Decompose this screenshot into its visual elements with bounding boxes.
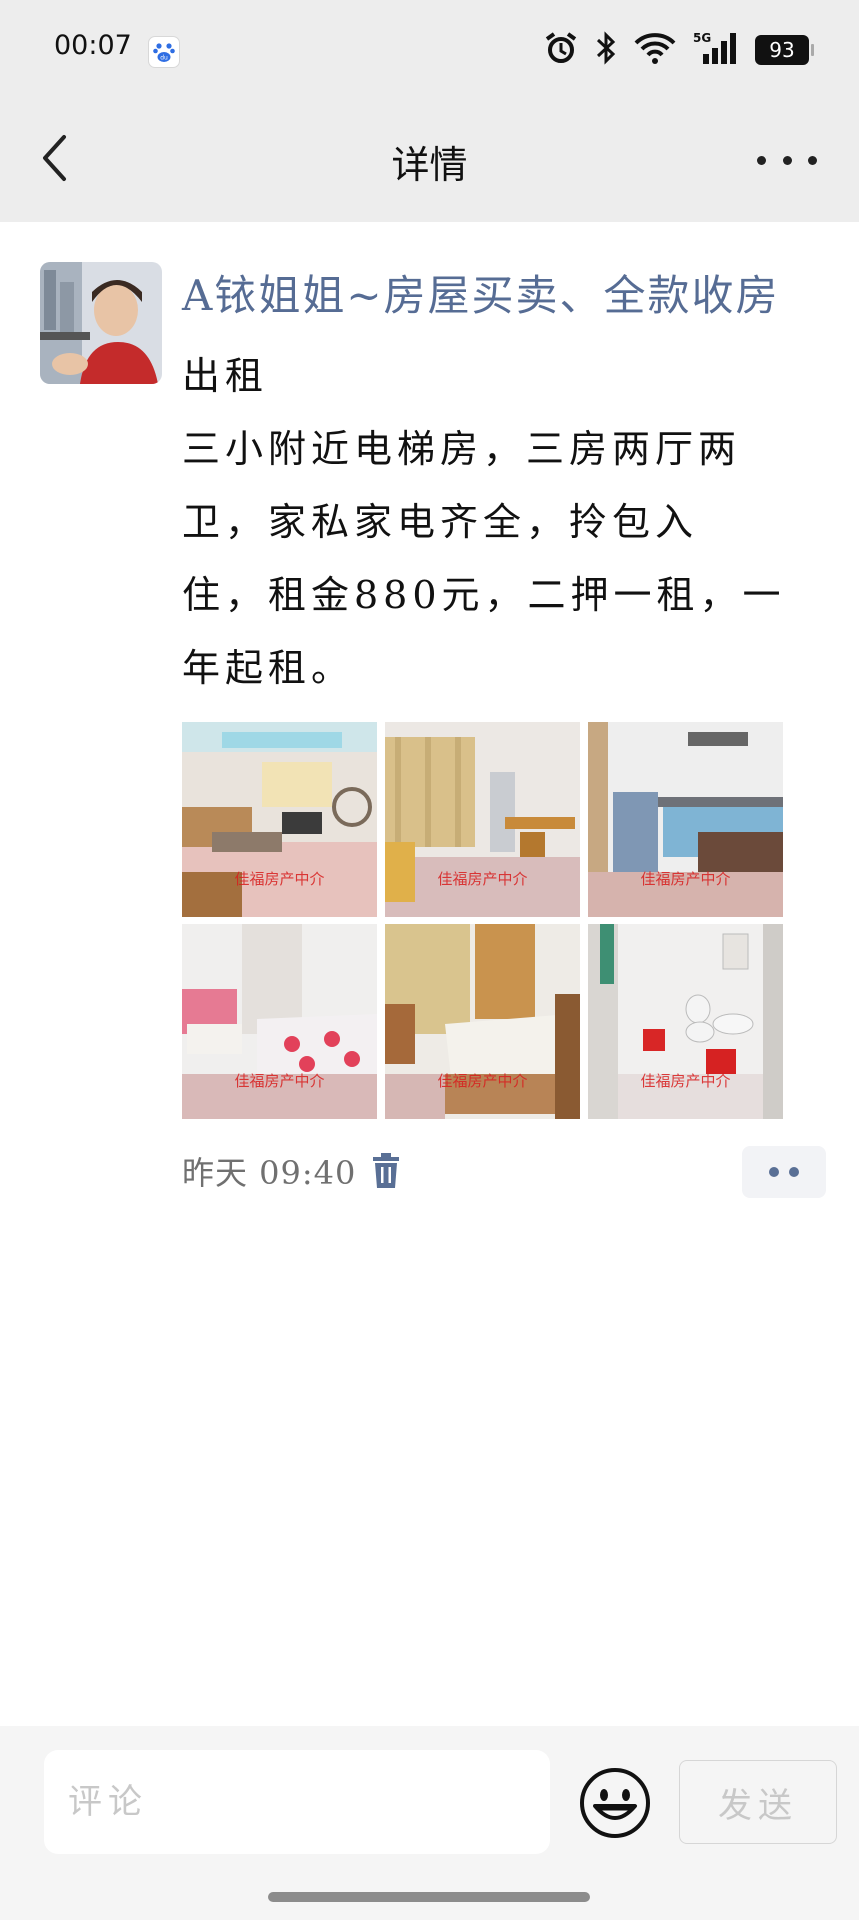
post-line: 三小附近电梯房，三房两厅两 xyxy=(182,427,742,471)
bluetooth-icon xyxy=(595,31,617,69)
post-meta: 昨天 09:40 xyxy=(182,1146,404,1196)
wifi-icon xyxy=(633,31,677,69)
post-time: 昨天 09:40 xyxy=(182,1154,357,1192)
photo-bedroom-one[interactable]: 佳福房产中介 xyxy=(182,924,377,1119)
post-text: 出租 三小附近电梯房，三房两厅两 卫，家私家电齐全，拎包入 住，租金880元，二… xyxy=(182,340,822,705)
page-title: 详情 xyxy=(391,143,468,187)
avatar[interactable] xyxy=(40,262,162,384)
post-line: 住，租金880元，二押一租，一 xyxy=(182,573,786,617)
home-indicator[interactable] xyxy=(268,1892,590,1902)
photo-dining-room[interactable]: 佳福房产中介 xyxy=(385,722,580,917)
post-line: 年起租。 xyxy=(182,646,355,690)
photo-bedroom-two[interactable]: 佳福房产中介 xyxy=(385,924,580,1119)
photo-watermark: 佳福房产中介 xyxy=(234,870,325,888)
status-icons: 5G 93 xyxy=(543,30,814,70)
emoji-button[interactable] xyxy=(578,1766,652,1840)
5g-signal-icon: 5G xyxy=(693,30,739,70)
comment-bar: 发送 xyxy=(0,1726,859,1920)
smiley-icon xyxy=(580,1768,650,1838)
photo-watermark: 佳福房产中介 xyxy=(640,1072,731,1090)
photo-grid: 佳福房产中介 佳福房产中介 佳福房产中介 佳福房产中介 佳福房产中介 佳福房产中… xyxy=(182,722,784,1119)
battery-indicator: 93 xyxy=(755,35,814,65)
two-dots-icon xyxy=(769,1167,779,1177)
top-bar: 00:07 du 5G 93 详情 xyxy=(0,0,859,222)
photo-bathroom[interactable]: 佳福房产中介 xyxy=(588,924,783,1119)
svg-text:5G: 5G xyxy=(693,31,711,45)
photo-watermark: 佳福房产中介 xyxy=(437,1072,528,1090)
alarm-icon xyxy=(543,30,579,70)
more-button[interactable] xyxy=(757,140,817,180)
trash-icon xyxy=(373,1153,400,1188)
more-dots-icon xyxy=(757,155,766,165)
baidu-paw-icon: du xyxy=(148,36,180,68)
delete-button[interactable] xyxy=(368,1149,404,1193)
post-line: 出租 xyxy=(182,354,269,398)
send-button[interactable]: 发送 xyxy=(679,1760,837,1844)
svg-text:du: du xyxy=(160,55,168,62)
comment-input[interactable] xyxy=(44,1750,550,1854)
author-name[interactable]: A铱姐姐~房屋买卖、全款收房 xyxy=(182,262,780,323)
post-line: 卫，家私家电齐全，拎包入 xyxy=(182,500,699,544)
post-action-button[interactable] xyxy=(742,1146,826,1198)
photo-watermark: 佳福房产中介 xyxy=(640,870,731,888)
status-time: 00:07 xyxy=(54,30,132,61)
photo-watermark: 佳福房产中介 xyxy=(234,1072,325,1090)
photo-watermark: 佳福房产中介 xyxy=(437,870,528,888)
photo-living-room[interactable]: 佳福房产中介 xyxy=(182,722,377,917)
photo-kitchen[interactable]: 佳福房产中介 xyxy=(588,722,783,917)
